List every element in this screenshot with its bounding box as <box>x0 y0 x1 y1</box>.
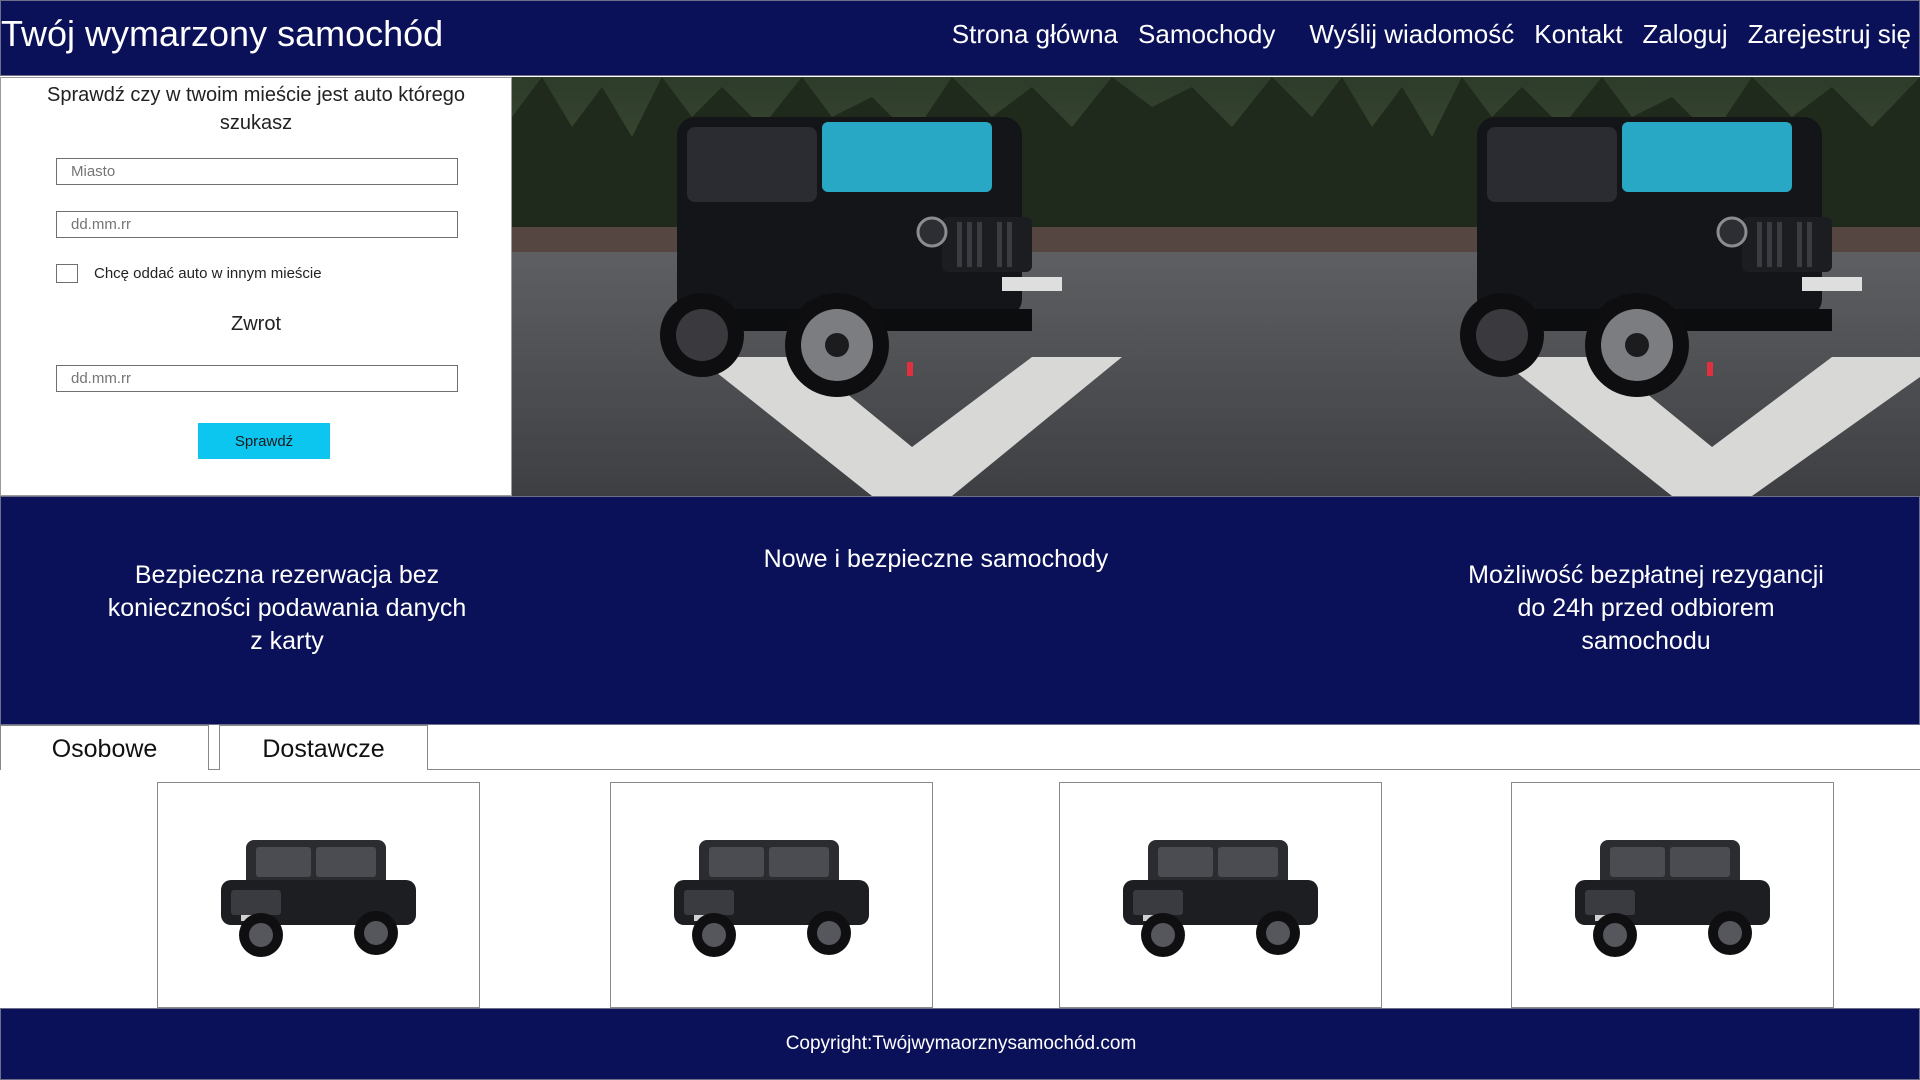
nav-link-login[interactable]: Zaloguj <box>1642 19 1727 50</box>
tab-passenger-cars[interactable]: Osobowe <box>0 725 209 770</box>
main-nav: Strona główna Samochody Wyślij wiadomość… <box>932 19 1911 50</box>
hero-car-photo <box>512 77 1312 496</box>
check-button[interactable]: Sprawdź <box>198 423 330 459</box>
car-image <box>221 840 416 957</box>
different-city-checkbox[interactable] <box>56 264 78 283</box>
nav-link-cars[interactable]: Samochody <box>1138 19 1275 50</box>
site-footer: Copyright:Twójwymaorznysamochód.com <box>0 1008 1920 1080</box>
site-title[interactable]: Twój wymarzony samochód <box>1 13 443 55</box>
tab-vans[interactable]: Dostawcze <box>219 725 428 770</box>
nav-link-contact[interactable]: Kontakt <box>1534 19 1622 50</box>
car-card[interactable] <box>1511 782 1834 1008</box>
feature-free-cancellation: Możliwość bezpłatnej rezygancji do 24h p… <box>1468 561 1824 655</box>
hero-car-photo-2 <box>1312 77 1920 496</box>
nav-link-send-message[interactable]: Wyślij wiadomość <box>1309 19 1514 50</box>
vehicle-type-tabs: Osobowe Dostawcze <box>0 725 1920 770</box>
car-image <box>1123 840 1318 957</box>
site-header: Twój wymarzony samochód Strona główna Sa… <box>0 0 1920 76</box>
search-panel: Sprawdź czy w twoim mieście jest auto kt… <box>0 77 512 496</box>
search-title: Sprawdź czy w twoim mieście jest auto kt… <box>47 84 465 134</box>
feature-new-cars: Nowe i bezpieczne samochody <box>763 545 1109 573</box>
car-card[interactable] <box>157 782 480 1008</box>
copyright-text: Copyright:Twójwymaorznysamochód.com <box>785 1033 1137 1054</box>
car-image <box>1575 840 1770 957</box>
return-label: Zwrot <box>231 313 281 335</box>
nav-link-home[interactable]: Strona główna <box>952 19 1118 50</box>
nav-link-register[interactable]: Zarejestruj się <box>1748 19 1911 50</box>
city-input[interactable] <box>56 158 458 185</box>
return-date-input[interactable] <box>56 365 458 392</box>
different-city-label: Chcę oddać auto w innym mieście <box>94 265 322 282</box>
pickup-date-input[interactable] <box>56 211 458 238</box>
feature-secure-booking: Bezpieczna rezerwacja bez konieczności p… <box>107 561 467 655</box>
car-image <box>674 840 869 957</box>
car-card[interactable] <box>610 782 933 1008</box>
car-card[interactable] <box>1059 782 1382 1008</box>
features-band: Bezpieczna rezerwacja bez konieczności p… <box>0 496 1920 725</box>
